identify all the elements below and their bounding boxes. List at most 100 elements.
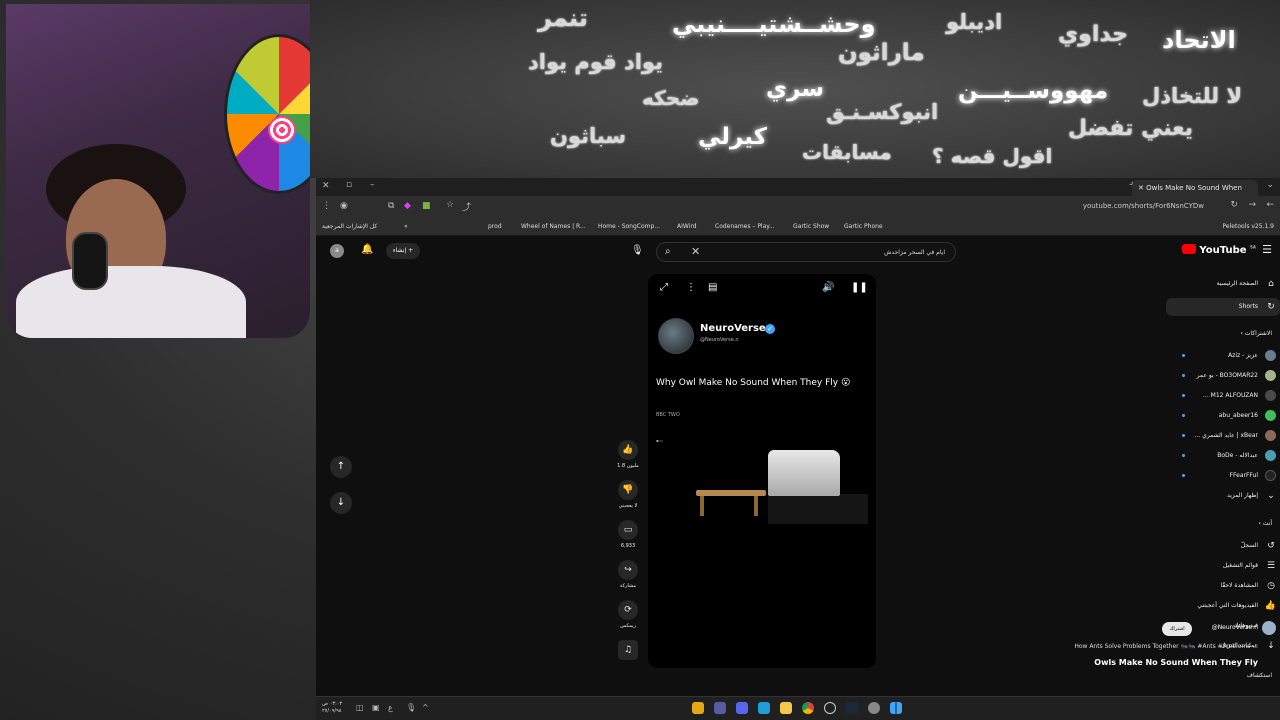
- clock[interactable]: ٠٣:٠٣ ص ٢٧/٠٩/٩٨: [322, 701, 342, 715]
- next-channel-avatar[interactable]: [1262, 621, 1276, 635]
- extension-pink-icon[interactable]: ◆: [404, 201, 411, 211]
- banner-word: وحشــشتيــــنيبي: [672, 10, 876, 38]
- app-obs-icon[interactable]: [714, 702, 726, 714]
- back-icon[interactable]: ←: [1266, 200, 1274, 210]
- create-button[interactable]: إنشاء +: [386, 243, 420, 259]
- url-field[interactable]: youtube.com/shorts/For6NsnCYDw: [1083, 202, 1204, 210]
- share-page-icon[interactable]: ⤴: [462, 200, 471, 213]
- address-bar[interactable]: ⋮ ◉ ⧉ ◆ ■ ☆ ⤴ youtube.com/shorts/For6Nsn…: [316, 196, 1280, 218]
- subscription-item[interactable]: abu_abeer16: [1166, 410, 1280, 424]
- sidebar-item-label: قوائم التشغيل: [1222, 562, 1258, 569]
- sidebar-item-shorts[interactable]: ↻ Shorts: [1166, 298, 1280, 316]
- subscribe-button[interactable]: اشتراك: [1162, 622, 1192, 636]
- like-button[interactable]: 👍 1.8 مليون: [616, 440, 640, 469]
- bookmark-star-icon[interactable]: ☆: [446, 200, 454, 210]
- remix-button[interactable]: ⟳ ريمكس: [616, 600, 640, 629]
- previous-short-button[interactable]: ↑: [330, 456, 352, 478]
- youtube-logo[interactable]: YouTube SA: [1180, 244, 1256, 256]
- sidebar-item-home[interactable]: ⌂ الصفحة الرئيسية: [1166, 278, 1280, 292]
- tab-search-icon[interactable]: ⌄: [1266, 180, 1274, 190]
- all-bookmarks-link[interactable]: كل الإشارات المرجعية: [322, 223, 377, 230]
- start-menu-icon[interactable]: [890, 702, 902, 714]
- fullscreen-icon[interactable]: ⤢: [660, 282, 668, 293]
- sidebar-item-history[interactable]: ↺ السجلّ: [1166, 540, 1280, 554]
- tray-chevron-icon[interactable]: ^: [422, 703, 429, 712]
- bookmark-item[interactable]: Gartic Phone: [844, 223, 883, 230]
- bookmark-item[interactable]: prod: [488, 223, 502, 230]
- app-circle-icon[interactable]: [824, 702, 836, 714]
- app-r-icon[interactable]: [692, 702, 704, 714]
- channel-avatar: [1265, 390, 1276, 401]
- subscription-item[interactable]: FFearFFul: [1166, 470, 1280, 484]
- keyboard-language[interactable]: ع: [388, 703, 393, 712]
- show-more-button[interactable]: ⌄ إظهار المزيد: [1166, 490, 1280, 504]
- like-count: 1.8 مليون: [617, 463, 639, 469]
- captions-icon[interactable]: ▤: [708, 282, 717, 293]
- tab-owls[interactable]: ✕ Owls Make No Sound When: [1132, 180, 1258, 196]
- sidebar-item-liked-videos[interactable]: 👍 الفيديوهات التي أعجبتني: [1166, 600, 1280, 614]
- bookmark-item[interactable]: Wheel of Names | R...: [521, 223, 586, 230]
- bookmark-item[interactable]: Codenames – Play...: [715, 223, 775, 230]
- restore-window-icon[interactable]: ▫: [346, 180, 352, 190]
- you-header[interactable]: أنت ›: [1258, 520, 1272, 527]
- sound-button[interactable]: ♫: [616, 640, 640, 660]
- share-button[interactable]: ↪ مشاركة: [616, 560, 640, 589]
- steam-icon[interactable]: [846, 702, 858, 714]
- bookmark-item[interactable]: Gartic Show: [793, 223, 829, 230]
- subscription-item[interactable]: عزيز - Aziz: [1166, 350, 1280, 364]
- chrome-icon[interactable]: [802, 702, 814, 714]
- notifications-bell-icon[interactable]: 🔔: [361, 244, 373, 255]
- user-avatar[interactable]: a: [330, 244, 344, 258]
- minimize-window-icon[interactable]: –: [370, 180, 375, 190]
- discord-icon[interactable]: [736, 702, 748, 714]
- microphone-icon[interactable]: 🎙: [406, 703, 416, 712]
- shorts-player[interactable]: ⤢ ⋮ ▤ 🔊 ❚❚ NeuroVerse ✓ @NeuroVerse.n Wh…: [648, 274, 876, 668]
- tab-close-icon[interactable]: ✕: [1138, 184, 1146, 192]
- next-short-title[interactable]: Owls Make No Sound When They Fly: [1094, 658, 1258, 667]
- volume-icon[interactable]: 🔊: [822, 282, 834, 293]
- extension-green-icon[interactable]: ■: [422, 201, 431, 211]
- reload-icon[interactable]: ↻: [1230, 200, 1238, 210]
- channel-avatar[interactable]: [658, 318, 694, 354]
- dislike-button[interactable]: 👎 لا يعجبني: [616, 480, 640, 509]
- edge-icon[interactable]: [758, 702, 770, 714]
- share-icon: ↪: [618, 560, 638, 580]
- subscription-item[interactable]: BO3OMAR22 - بو عمر: [1166, 370, 1280, 384]
- sidebar-item-playlists[interactable]: ☰ قوائم التشغيل: [1166, 560, 1280, 574]
- more-options-icon[interactable]: ⋮: [686, 282, 696, 293]
- channel-name: FFearFFul: [1229, 472, 1258, 479]
- bookmark-item[interactable]: Home - SongComp...: [598, 223, 660, 230]
- subscription-item[interactable]: عبدالاله - BoDe: [1166, 450, 1280, 464]
- profile-icon[interactable]: ◉: [340, 201, 348, 211]
- bookmark-item[interactable]: AIWird: [677, 223, 697, 230]
- menu-dots-icon[interactable]: ⋮: [322, 201, 331, 211]
- search-box[interactable]: ⌕ ✕ ايام في السحر مزاحدش: [656, 242, 956, 262]
- clear-search-icon[interactable]: ✕: [691, 245, 700, 258]
- subscriptions-header[interactable]: الاشتراكات ›: [1240, 330, 1272, 337]
- next-channel-handle[interactable]: @NeuroVerse.n: [1212, 624, 1258, 631]
- extensions-icon[interactable]: ⧉: [388, 201, 394, 211]
- subscription-item[interactable]: M12 ALFOUZAN ...: [1166, 390, 1280, 404]
- bookmarks-chevron-icon[interactable]: «: [404, 223, 408, 230]
- search-icon[interactable]: ⌕: [665, 246, 671, 257]
- forward-icon[interactable]: →: [1248, 200, 1256, 210]
- sidebar-item-watch-later[interactable]: ◷ المشاهدة لاحقًا: [1166, 580, 1280, 594]
- network-icon[interactable]: ▣: [372, 703, 380, 712]
- next-short-button[interactable]: ↓: [330, 492, 352, 514]
- hamburger-menu-icon[interactable]: ☰: [1262, 243, 1272, 256]
- file-explorer-icon[interactable]: [780, 702, 792, 714]
- thumbs-up-icon: 👍: [1264, 601, 1276, 611]
- close-window-icon[interactable]: ✕: [322, 181, 330, 191]
- subscription-item[interactable]: xBear | عايد الشمري ...: [1166, 430, 1280, 444]
- notifications-icon[interactable]: ◫: [356, 703, 364, 712]
- settings-icon[interactable]: [868, 702, 880, 714]
- pause-icon[interactable]: ❚❚: [851, 282, 868, 293]
- comments-button[interactable]: ▭ 6,933: [616, 520, 640, 549]
- banner-word: اقول قصه ؟: [932, 144, 1053, 168]
- voice-search-icon[interactable]: 🎙: [631, 245, 644, 256]
- channel-name[interactable]: NeuroVerse: [700, 323, 766, 334]
- history-icon: ↺: [1267, 541, 1275, 551]
- next-short-description[interactable]: How Ants Solve Problems Together 🐜🐜 #Ant…: [1074, 643, 1258, 650]
- extension-label[interactable]: Peletools v25.1.9: [1223, 223, 1274, 230]
- search-input[interactable]: ايام في السحر مزاحدش: [884, 249, 945, 256]
